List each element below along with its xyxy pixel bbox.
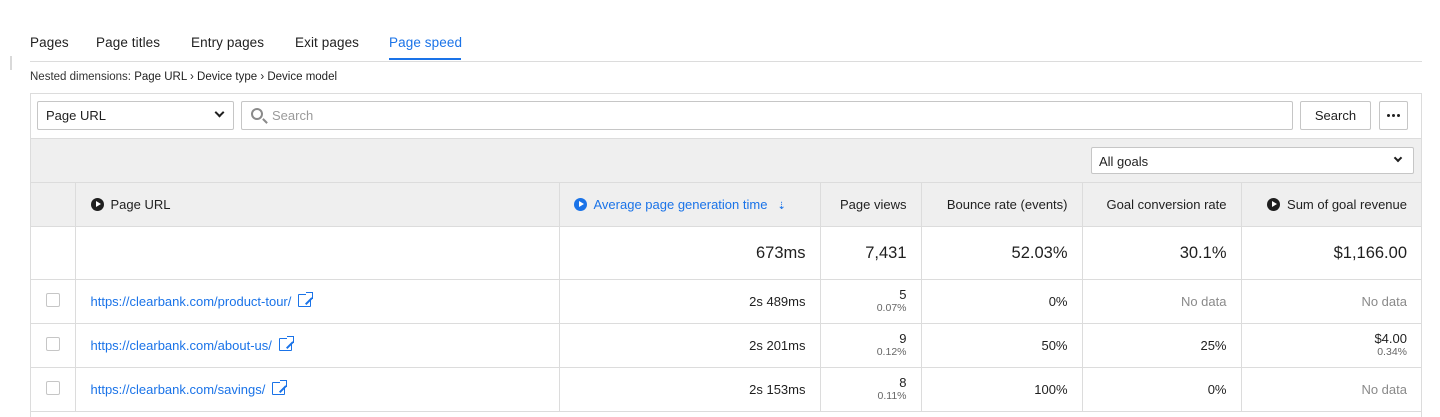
- page-url-link[interactable]: https://clearbank.com/about-us/: [91, 338, 272, 353]
- page-views-percent: 0.07%: [876, 302, 907, 314]
- page-views-value: 8: [899, 375, 907, 390]
- page-url-link[interactable]: https://clearbank.com/savings/: [91, 382, 266, 397]
- external-link-icon[interactable]: [298, 291, 315, 307]
- column-header-goal-conversion-rate[interactable]: Goal conversion rate: [1082, 182, 1242, 227]
- tab-page-titles[interactable]: Page titles: [96, 35, 160, 50]
- tab-pages[interactable]: Pages: [30, 35, 69, 50]
- totals-empty-cell: [75, 226, 560, 280]
- page-views-percent: 0.11%: [877, 390, 907, 402]
- chevron-down-icon: [1393, 153, 1403, 163]
- avg-generation-time-cell: 2s 489ms: [559, 279, 821, 324]
- tab-entry-pages[interactable]: Entry pages: [191, 35, 264, 50]
- goal-conversion-rate-cell: 0%: [1082, 367, 1242, 412]
- column-header-page-url[interactable]: Page URL: [75, 182, 560, 227]
- column-header-goal-revenue[interactable]: Sum of goal revenue: [1241, 182, 1421, 227]
- column-header-label: Sum of goal revenue: [1287, 197, 1407, 212]
- goals-select-value: All goals: [1099, 154, 1149, 169]
- total-goal-revenue: $1,166.00: [1241, 226, 1421, 280]
- column-header-label: Page URL: [110, 197, 171, 212]
- select-all-column: [31, 182, 76, 227]
- page-speed-table: Page URL Average page generation time ⇣ P…: [31, 182, 1421, 412]
- tab-page-speed[interactable]: Page speed: [389, 35, 462, 50]
- more-options-button[interactable]: [1379, 101, 1408, 130]
- tab-exit-pages[interactable]: Exit pages: [295, 35, 359, 50]
- avg-generation-time-cell: 2s 201ms: [559, 323, 821, 368]
- report-panel: Page URL Search All goals P: [30, 93, 1422, 417]
- search-field[interactable]: [241, 101, 1293, 130]
- goals-bar: All goals: [31, 138, 1421, 182]
- search-button[interactable]: Search: [1300, 101, 1371, 130]
- page-url-cell: https://clearbank.com/about-us/: [75, 323, 560, 368]
- row-checkbox[interactable]: [45, 381, 60, 395]
- total-avg-generation-time: 673ms: [559, 226, 821, 280]
- page-views-cell: 8 0.11%: [820, 367, 922, 412]
- column-header-label: Average page generation time: [593, 197, 768, 212]
- row-select-cell: [31, 279, 76, 324]
- bounce-rate-cell: 50%: [921, 323, 1083, 368]
- total-bounce-rate: 52.03%: [921, 226, 1083, 280]
- external-link-icon[interactable]: [278, 335, 295, 351]
- column-header-page-views[interactable]: Page views: [820, 182, 922, 227]
- report-tabs: Pages Page titles Entry pages Exit pages…: [30, 26, 1422, 62]
- left-edge-marker: [10, 56, 12, 70]
- play-circle-icon: [90, 198, 104, 211]
- dimension-select-value: Page URL: [46, 108, 106, 123]
- page-url-cell: https://clearbank.com/product-tour/: [75, 279, 560, 324]
- more-horizontal-icon: [1387, 114, 1402, 117]
- play-circle-icon: [573, 198, 587, 211]
- avg-generation-time-cell: 2s 153ms: [559, 367, 821, 412]
- goal-conversion-rate-cell: No data: [1082, 279, 1242, 324]
- nested-dimensions: Nested dimensions: Page URL › Device typ…: [30, 71, 337, 83]
- search-icon: [251, 108, 263, 120]
- goals-select[interactable]: All goals: [1091, 147, 1414, 174]
- goal-conversion-rate-cell: 25%: [1082, 323, 1242, 368]
- page-views-value: 5: [899, 287, 907, 302]
- external-link-icon[interactable]: [272, 379, 289, 395]
- goal-revenue-cell: No data: [1241, 367, 1421, 412]
- row-select-cell: [31, 323, 76, 368]
- row-checkbox[interactable]: [45, 293, 60, 307]
- table-row[interactable]: https://clearbank.com/product-tour/ 2s 4…: [31, 279, 1421, 324]
- page-url-link[interactable]: https://clearbank.com/product-tour/: [91, 294, 292, 309]
- chevron-down-icon: [214, 107, 225, 118]
- page-views-cell: 5 0.07%: [820, 279, 922, 324]
- row-select-cell: [31, 367, 76, 412]
- page-url-cell: https://clearbank.com/savings/: [75, 367, 560, 412]
- total-page-views: 7,431: [820, 226, 922, 280]
- page-views-value: 9: [899, 331, 907, 346]
- table-row[interactable]: https://clearbank.com/about-us/ 2s 201ms…: [31, 323, 1421, 368]
- page-views-cell: 9 0.12%: [820, 323, 922, 368]
- search-input[interactable]: [272, 105, 1272, 126]
- column-header-bounce-rate[interactable]: Bounce rate (events): [921, 182, 1083, 227]
- total-goal-conversion-rate: 30.1%: [1082, 226, 1242, 280]
- page-views-percent: 0.12%: [876, 346, 907, 358]
- goal-revenue-percent: 0.34%: [1377, 346, 1407, 358]
- table-row[interactable]: https://clearbank.com/savings/ 2s 153ms …: [31, 367, 1421, 412]
- column-header-avg-generation-time[interactable]: Average page generation time ⇣: [559, 182, 821, 227]
- table-header-row: Page URL Average page generation time ⇣ P…: [31, 182, 1421, 227]
- row-checkbox[interactable]: [45, 337, 60, 351]
- active-tab-indicator: [389, 58, 461, 60]
- totals-row: 673ms 7,431 52.03% 30.1% $1,166.00: [31, 226, 1421, 280]
- no-data-text: No data: [1361, 294, 1407, 309]
- bounce-rate-cell: 0%: [921, 279, 1083, 324]
- sort-descending-icon[interactable]: ⇣: [777, 201, 785, 212]
- no-data-text: No data: [1180, 294, 1227, 309]
- no-data-text: No data: [1361, 382, 1407, 397]
- goal-revenue-cell: $4.00 0.34%: [1241, 323, 1421, 368]
- goal-revenue-value: $4.00: [1374, 331, 1407, 346]
- nested-dimensions-prefix: Nested dimensions:: [30, 71, 131, 83]
- totals-empty-cell: [31, 226, 76, 280]
- dimension-select[interactable]: Page URL: [37, 101, 234, 130]
- nested-dimensions-path[interactable]: Page URL › Device type › Device model: [134, 71, 337, 83]
- play-circle-icon: [1267, 198, 1281, 211]
- bounce-rate-cell: 100%: [921, 367, 1083, 412]
- goal-revenue-cell: No data: [1241, 279, 1421, 324]
